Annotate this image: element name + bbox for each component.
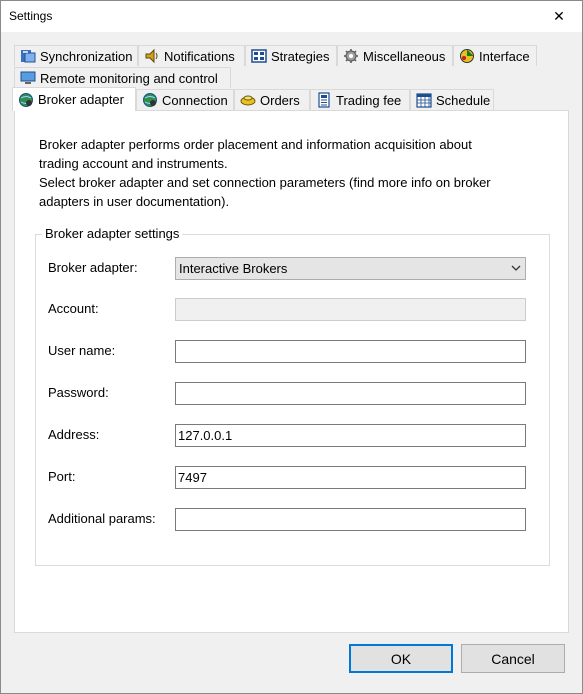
tab-broker-adapter[interactable]: Broker adapter [12,87,136,111]
globe-icon [19,92,33,107]
window-title: Settings [9,9,53,23]
port-field[interactable] [175,466,526,489]
ok-button[interactable]: OK [349,644,453,673]
interface-icon [460,49,474,63]
description-text: Broker adapter performs order placement … [39,135,549,211]
tab-label: Notifications [164,48,235,64]
address-field[interactable] [175,424,526,447]
description-line: Select broker adapter and set connection… [39,175,491,190]
gear-icon [344,49,358,63]
orders-icon [240,95,256,106]
tab-label: Remote monitoring and control [40,70,218,86]
tab-label: Trading fee [336,92,402,108]
tab-label: Schedule [436,92,491,108]
globe-icon [143,93,157,107]
chevron-down-icon [511,265,521,271]
close-button[interactable]: ✕ [536,1,582,32]
tab-label: Synchronization [40,48,133,64]
cancel-button[interactable]: Cancel [461,644,565,673]
tab-label: Broker adapter [38,92,124,107]
tab-interface[interactable]: Interface [453,45,537,66]
tab-trading-fee[interactable]: Trading fee [310,89,410,110]
monitor-icon [20,71,36,84]
address-label: Address: [48,427,100,442]
description-line: adapters in user documentation). [39,194,230,209]
port-label: Port: [48,469,76,484]
tab-orders[interactable]: Orders [234,89,310,110]
broker-adapter-select[interactable]: Interactive Brokers [175,257,526,280]
tab-miscellaneous[interactable]: Miscellaneous [337,45,453,66]
title-bar: Settings ✕ [1,1,582,32]
settings-window: Settings ✕ Synchronization Notifications… [0,0,583,694]
broker-adapter-panel: Broker adapter performs order placement … [14,110,569,633]
tab-synchronization[interactable]: Synchronization [14,45,138,66]
broker-adapter-value: Interactive Brokers [179,261,288,276]
user-name-field[interactable] [175,340,526,363]
tab-connection[interactable]: Connection [136,89,234,110]
password-field[interactable] [175,382,526,405]
close-icon: ✕ [553,8,565,24]
additional-params-label: Additional params: [48,511,156,526]
tab-strategies[interactable]: Strategies [245,45,337,66]
calendar-icon [416,93,432,108]
tab-notifications[interactable]: Notifications [138,45,245,66]
speaker-icon [145,48,158,64]
tab-label: Connection [162,92,228,108]
additional-params-field[interactable] [175,508,526,531]
tab-schedule[interactable]: Schedule [410,89,494,110]
tab-label: Interface [479,48,530,64]
password-label: Password: [48,385,109,400]
group-title: Broker adapter settings [42,226,183,241]
tab-remote-monitoring[interactable]: Remote monitoring and control [14,67,231,88]
description-line: trading account and instruments. [39,156,228,171]
tab-label: Miscellaneous [363,48,446,64]
calculator-icon [318,92,330,108]
tab-label: Orders [260,92,300,108]
broker-adapter-label: Broker adapter: [48,260,138,275]
account-label: Account: [48,301,99,316]
sync-icon [21,50,36,63]
description-line: Broker adapter performs order placement … [39,137,472,152]
tab-label: Strategies [271,48,330,64]
account-field[interactable] [175,298,526,321]
user-name-label: User name: [48,343,116,358]
strategies-icon [251,49,267,63]
broker-adapter-settings-group: Broker adapter settings Broker adapter: … [35,226,550,566]
